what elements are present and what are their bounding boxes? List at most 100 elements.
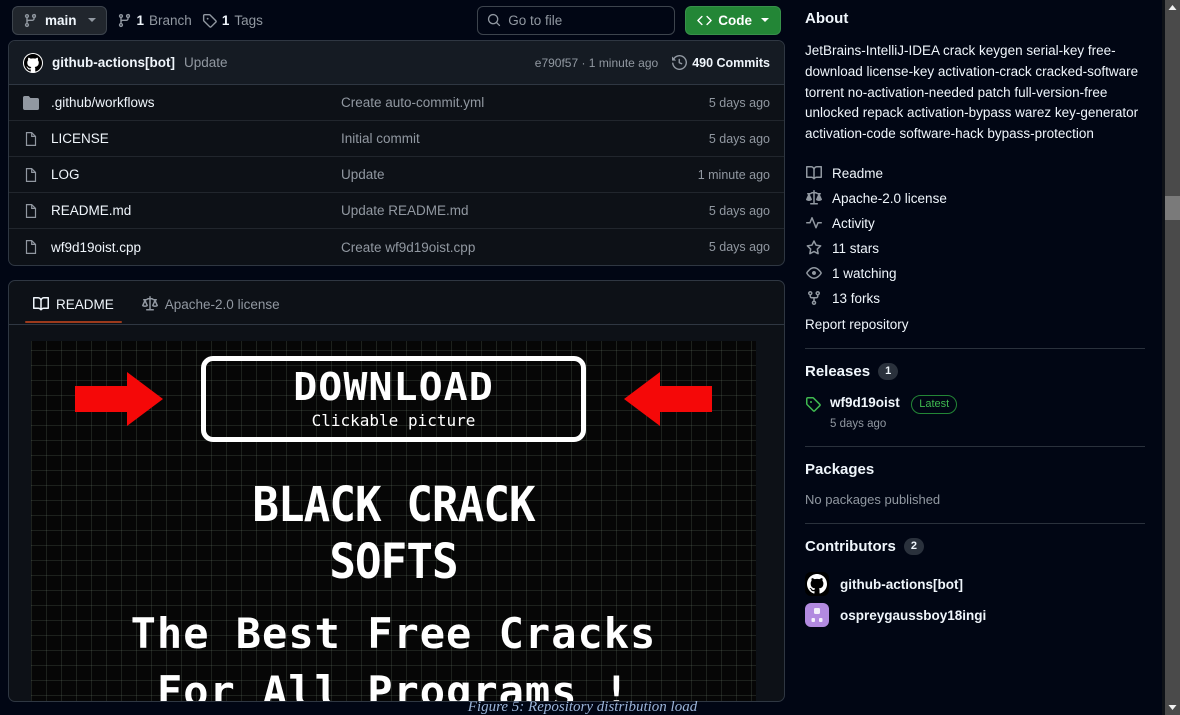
sidebar-item-label: 13 forks <box>832 290 881 306</box>
search-placeholder-text: Go to file <box>508 12 563 28</box>
pulse-icon <box>805 215 822 231</box>
tags-link[interactable]: 1 Tags <box>202 13 263 28</box>
sidebar-item-activity[interactable]: Activity <box>805 211 1145 236</box>
sidebar-item-label: Activity <box>832 215 875 231</box>
tab-label: Apache-2.0 license <box>164 296 280 312</box>
list-item[interactable]: ospreygaussboy18ingi <box>805 600 1145 631</box>
table-row[interactable]: LOG Update 1 minute ago <box>9 157 784 193</box>
sidebar-item-label: 1 watching <box>832 265 897 281</box>
file-age: 1 minute ago <box>697 167 770 182</box>
packages-empty-text: No packages published <box>805 491 941 507</box>
file-browser-table: github-actions[bot] Update e790f57 · 1 m… <box>8 40 785 266</box>
file-name[interactable]: .github/workflows <box>51 95 341 110</box>
list-item[interactable]: github-actions[bot] <box>805 569 1145 600</box>
commit-meta: e790f57 · 1 minute ago 490 Commits <box>535 55 770 70</box>
tag-icon <box>202 13 217 28</box>
book-icon <box>805 165 822 181</box>
file-commit-message[interactable]: Update <box>341 167 698 182</box>
download-title: DOWNLOAD <box>293 365 494 409</box>
sidebar-item-label: Readme <box>832 165 884 181</box>
file-commit-message[interactable]: Create wf9d19oist.cpp <box>341 240 709 255</box>
avatar <box>805 572 829 597</box>
latest-commit-bar: github-actions[bot] Update e790f57 · 1 m… <box>9 41 784 85</box>
release-info: wf9d19oist Latest 5 days ago <box>830 394 958 430</box>
sidebar-item-forks[interactable]: 13 forks <box>805 286 1145 311</box>
readme-banner-image[interactable]: DOWNLOAD Clickable picture BLACK CRACK S… <box>31 341 756 701</box>
table-row[interactable]: LICENSE Initial commit 5 days ago <box>9 121 784 157</box>
sidebar-item-label: 11 stars <box>832 240 880 256</box>
table-row[interactable]: .github/workflows Create auto-commit.yml… <box>9 85 784 121</box>
sidebar-item-stars[interactable]: 11 stars <box>805 236 1145 261</box>
file-name[interactable]: LOG <box>51 167 341 182</box>
table-row[interactable]: README.md Update README.md 5 days ago <box>9 193 784 229</box>
avatar <box>805 603 829 628</box>
tab-readme[interactable]: README <box>23 290 124 323</box>
banner-line-3: The Best Free Cracks <box>130 609 657 658</box>
page-scrollbar[interactable] <box>1165 0 1180 715</box>
sidebar-item-readme[interactable]: Readme <box>805 161 1145 186</box>
law-icon <box>141 296 158 311</box>
scroll-up-arrow-icon[interactable] <box>1165 0 1180 15</box>
law-icon <box>805 190 822 206</box>
repo-toolbar: main 1 Branch 1 Tags Go to file Code <box>8 0 785 40</box>
branch-name-label: main <box>45 12 77 28</box>
tag-count: 1 <box>221 12 230 28</box>
eye-icon <box>805 265 822 281</box>
branch-count: 1 <box>136 12 145 28</box>
file-commit-message[interactable]: Update README.md <box>341 203 709 218</box>
branches-link[interactable]: 1 Branch <box>117 13 192 28</box>
sidebar-item-license[interactable]: Apache-2.0 license <box>805 186 1145 211</box>
scroll-down-arrow-icon[interactable] <box>1165 700 1180 715</box>
file-name[interactable]: wf9d19oist.cpp <box>51 240 341 255</box>
report-repository-link[interactable]: Report repository <box>805 317 1145 332</box>
chevron-down-icon <box>761 18 769 22</box>
scrollbar-thumb[interactable] <box>1165 196 1180 220</box>
file-name[interactable]: README.md <box>51 203 341 218</box>
go-to-file-search[interactable]: Go to file <box>477 5 676 35</box>
file-commit-message[interactable]: Initial commit <box>341 131 709 146</box>
code-icon <box>697 15 713 25</box>
divider <box>805 445 1145 447</box>
branch-icon <box>118 13 130 27</box>
readme-content: DOWNLOAD Clickable picture BLACK CRACK S… <box>9 325 784 701</box>
branch-icon <box>24 13 37 27</box>
download-button-graphic[interactable]: DOWNLOAD Clickable picture <box>201 356 586 442</box>
branch-word: Branch <box>149 12 192 28</box>
about-sidebar: About JetBrains-IntelliJ-IDEA crack keyg… <box>793 0 1165 715</box>
release-name[interactable]: wf9d19oist <box>830 395 900 410</box>
sidebar-item-label: Apache-2.0 license <box>832 190 947 206</box>
chevron-down-icon <box>87 18 96 22</box>
commit-author-name[interactable]: github-actions[bot] <box>52 55 175 70</box>
release-item[interactable]: wf9d19oist Latest 5 days ago <box>805 394 1145 430</box>
file-age: 5 days ago <box>708 203 770 218</box>
packages-heading: Packages <box>805 461 1145 478</box>
commits-count-label: 490 Commits <box>692 55 770 70</box>
arrow-right-icon <box>75 372 163 426</box>
table-row[interactable]: wf9d19oist.cpp Create wf9d19oist.cpp 5 d… <box>9 229 784 265</box>
file-commit-message[interactable]: Create auto-commit.yml <box>341 95 709 110</box>
github-mark-icon <box>24 53 42 72</box>
sidebar-item-watching[interactable]: 1 watching <box>805 261 1145 286</box>
code-button[interactable]: Code <box>685 5 781 35</box>
tab-license[interactable]: Apache-2.0 license <box>132 290 290 323</box>
file-age: 5 days ago <box>708 240 770 254</box>
file-age: 5 days ago <box>708 131 770 146</box>
about-heading: About <box>805 10 1145 27</box>
contributors-title-text: Contributors <box>805 537 896 555</box>
divider <box>805 522 1145 524</box>
banner-line-4: For All Programs ! <box>156 667 631 702</box>
commits-count-link[interactable]: 490 Commits <box>672 55 770 70</box>
branch-selector-button[interactable]: main <box>12 5 107 35</box>
about-title-text: About <box>805 10 849 27</box>
tag-icon <box>806 396 821 412</box>
github-repo-page: main 1 Branch 1 Tags Go to file Code git… <box>0 0 1180 715</box>
github-mark-icon <box>807 574 827 594</box>
contributor-name: ospreygaussboy18ingi <box>840 607 987 623</box>
fork-icon <box>805 290 822 306</box>
banner-line-2: SOFTS <box>329 534 458 590</box>
file-icon <box>23 131 41 147</box>
releases-heading: Releases 1 <box>805 362 1145 380</box>
commit-message[interactable]: Update <box>184 55 228 70</box>
book-icon <box>33 296 49 311</box>
file-name[interactable]: LICENSE <box>51 131 341 146</box>
